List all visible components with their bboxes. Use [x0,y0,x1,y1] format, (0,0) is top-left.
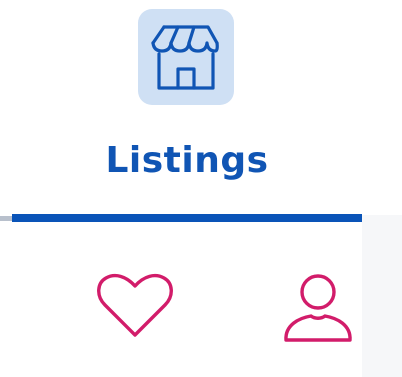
indicator-tail [0,216,12,221]
listings-tab-label[interactable]: Listings [0,136,374,186]
favorites-tab-button[interactable] [96,270,174,342]
storefront-icon [151,25,219,90]
heart-icon [97,273,173,337]
side-panel-edge [362,215,402,377]
bottom-tab-bar: Listings [0,0,402,377]
listings-tab-icon-tile[interactable] [138,9,234,105]
profile-tab-button[interactable] [281,270,355,346]
active-tab-indicator [12,214,362,222]
person-icon [284,274,352,342]
